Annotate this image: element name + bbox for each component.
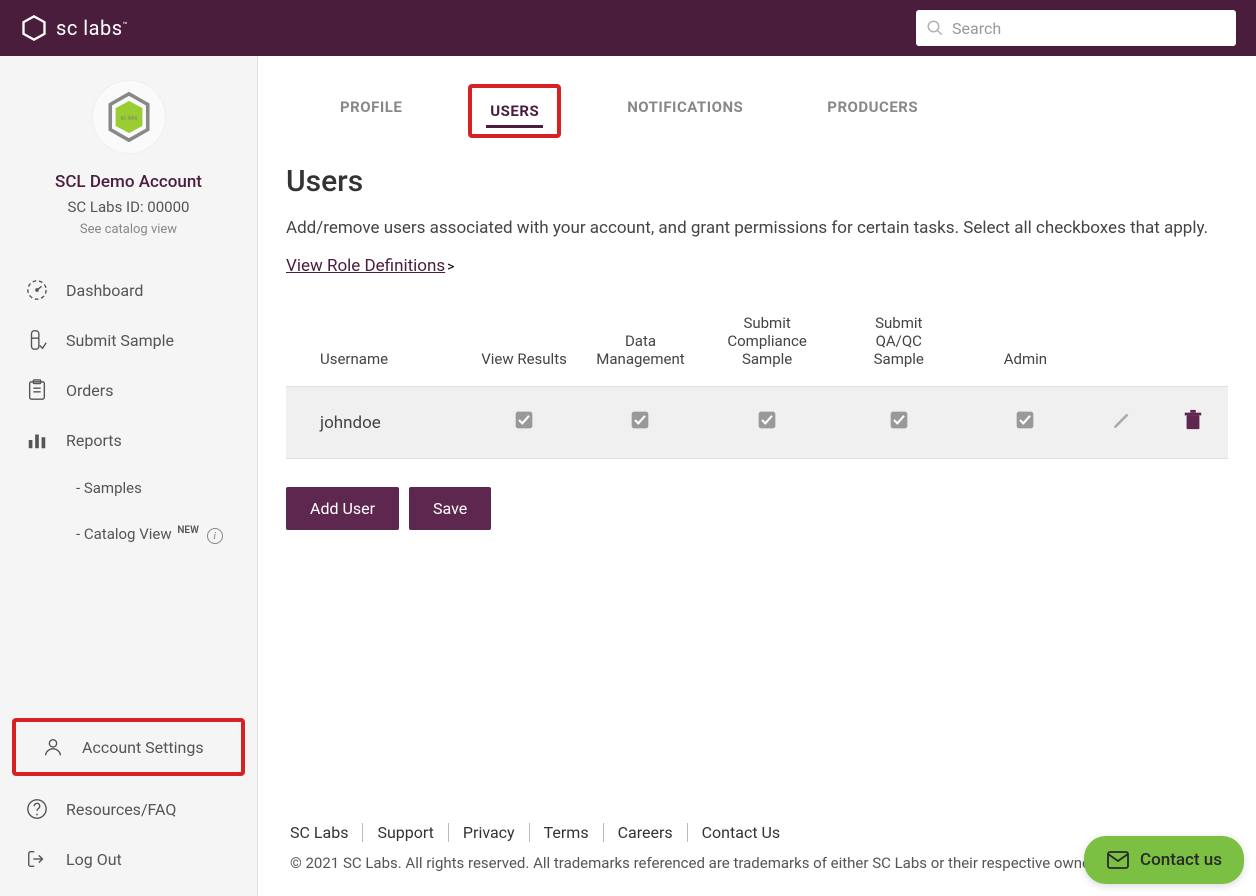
- info-icon[interactable]: i: [207, 528, 223, 544]
- help-icon: [26, 798, 48, 820]
- logout-icon: [26, 848, 48, 870]
- chevron-right-icon: >: [447, 259, 454, 275]
- header: sc labs™: [0, 0, 1256, 56]
- edit-icon[interactable]: [1111, 409, 1133, 431]
- nav-account-settings-label: Account Settings: [82, 738, 204, 757]
- col-compliance: Submit Compliance Sample: [701, 304, 833, 387]
- nav-orders[interactable]: Orders: [0, 365, 257, 415]
- add-user-button[interactable]: Add User: [286, 487, 399, 530]
- checkbox-checked-icon[interactable]: [1015, 410, 1035, 430]
- avatar-hex-icon: sc labs: [106, 92, 152, 142]
- vial-icon: [26, 329, 48, 351]
- user-icon: [42, 736, 64, 758]
- nav-dashboard-label: Dashboard: [66, 281, 143, 300]
- save-button[interactable]: Save: [409, 487, 491, 530]
- bar-chart-icon: [26, 429, 48, 451]
- table-row: johndoe: [286, 387, 1228, 459]
- nav-account-settings[interactable]: Account Settings: [12, 718, 245, 776]
- tab-profile[interactable]: PROFILE: [322, 84, 420, 138]
- col-qaqc: Submit QA/QC Sample: [833, 304, 965, 387]
- nav-samples[interactable]: - Samples: [0, 465, 257, 511]
- nav-secondary: Account Settings Resources/FAQ Log Out: [0, 718, 257, 896]
- account-name: SCL Demo Account: [16, 172, 241, 192]
- trash-icon[interactable]: [1182, 409, 1204, 431]
- button-row: Add User Save: [286, 487, 1228, 530]
- logo-text: sc labs™: [56, 16, 128, 40]
- users-table: Username View Results Data Management Su…: [286, 304, 1228, 459]
- see-catalog-view-link[interactable]: See catalog view: [16, 222, 241, 237]
- tab-producers[interactable]: PRODUCERS: [809, 84, 936, 138]
- main-content: PROFILE USERS NOTIFICATIONS PRODUCERS Us…: [258, 56, 1256, 896]
- footer-link-support[interactable]: Support: [363, 823, 448, 842]
- footer-links: SC Labs Support Privacy Terms Careers Co…: [286, 823, 1228, 842]
- footer-link-careers[interactable]: Careers: [604, 823, 688, 842]
- mail-icon: [1106, 848, 1130, 872]
- tab-users[interactable]: USERS: [468, 84, 561, 138]
- nav-primary: Dashboard Submit Sample Orders Reports -…: [0, 265, 257, 558]
- footer-link-terms[interactable]: Terms: [530, 823, 604, 842]
- nav-dashboard[interactable]: Dashboard: [0, 265, 257, 315]
- checkbox-checked-icon[interactable]: [757, 410, 777, 430]
- nav-resources[interactable]: Resources/FAQ: [0, 784, 257, 834]
- view-role-definitions-link[interactable]: View Role Definitions: [286, 256, 445, 276]
- page-description: Add/remove users associated with your ac…: [286, 215, 1228, 242]
- logo-icon: [20, 14, 48, 42]
- footer-link-privacy[interactable]: Privacy: [449, 823, 530, 842]
- contact-us-label: Contact us: [1140, 850, 1222, 870]
- nav-resources-label: Resources/FAQ: [66, 800, 176, 819]
- nav-catalog-view[interactable]: - Catalog View NEW i: [0, 511, 257, 558]
- logo[interactable]: sc labs™: [20, 14, 128, 42]
- gauge-icon: [26, 279, 48, 301]
- account-block: sc labs SCL Demo Account SC Labs ID: 000…: [0, 80, 257, 265]
- tabs: PROFILE USERS NOTIFICATIONS PRODUCERS: [286, 84, 1228, 138]
- search-container: [916, 10, 1236, 46]
- checkbox-checked-icon[interactable]: [514, 410, 534, 430]
- nav-catalog-view-label: - Catalog View: [76, 525, 172, 543]
- account-id: SC Labs ID: 00000: [16, 198, 241, 216]
- new-badge: NEW: [177, 525, 199, 536]
- svg-text:sc labs: sc labs: [120, 116, 137, 122]
- nav-orders-label: Orders: [66, 381, 113, 400]
- search-icon: [926, 19, 944, 37]
- nav-reports[interactable]: Reports: [0, 415, 257, 465]
- col-view-results: View Results: [468, 304, 579, 387]
- checkbox-checked-icon[interactable]: [889, 410, 909, 430]
- footer-link-contact[interactable]: Contact Us: [688, 823, 795, 842]
- footer-link-sclabs[interactable]: SC Labs: [286, 823, 363, 842]
- nav-submit-sample[interactable]: Submit Sample: [0, 315, 257, 365]
- nav-logout[interactable]: Log Out: [0, 834, 257, 884]
- cell-username: johndoe: [286, 387, 468, 459]
- account-avatar: sc labs: [92, 80, 166, 154]
- col-username: Username: [286, 304, 468, 387]
- col-data-mgmt: Data Management: [580, 304, 702, 387]
- nav-reports-label: Reports: [66, 431, 122, 450]
- nav-samples-label: - Samples: [76, 479, 142, 497]
- clipboard-icon: [26, 379, 48, 401]
- col-admin: Admin: [965, 304, 1087, 387]
- page-title: Users: [286, 164, 1228, 199]
- contact-us-widget[interactable]: Contact us: [1084, 836, 1244, 884]
- tab-notifications[interactable]: NOTIFICATIONS: [609, 84, 761, 138]
- sidebar: sc labs SCL Demo Account SC Labs ID: 000…: [0, 56, 258, 896]
- nav-submit-sample-label: Submit Sample: [66, 331, 174, 350]
- checkbox-checked-icon[interactable]: [630, 410, 650, 430]
- nav-logout-label: Log Out: [66, 850, 122, 869]
- search-input[interactable]: [916, 10, 1236, 46]
